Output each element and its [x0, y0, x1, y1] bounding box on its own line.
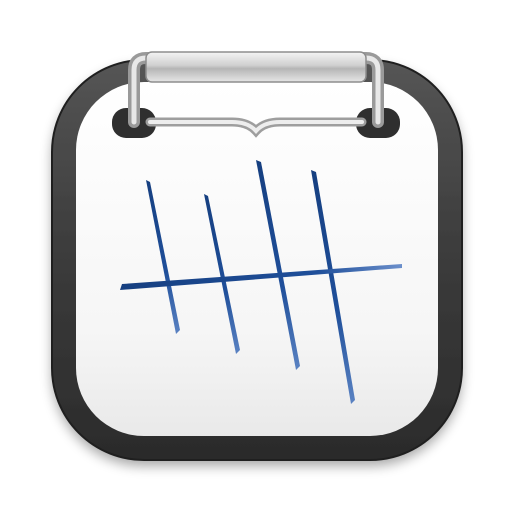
clipboard-icon: [51, 51, 463, 461]
app-icon[interactable]: [0, 0, 512, 512]
